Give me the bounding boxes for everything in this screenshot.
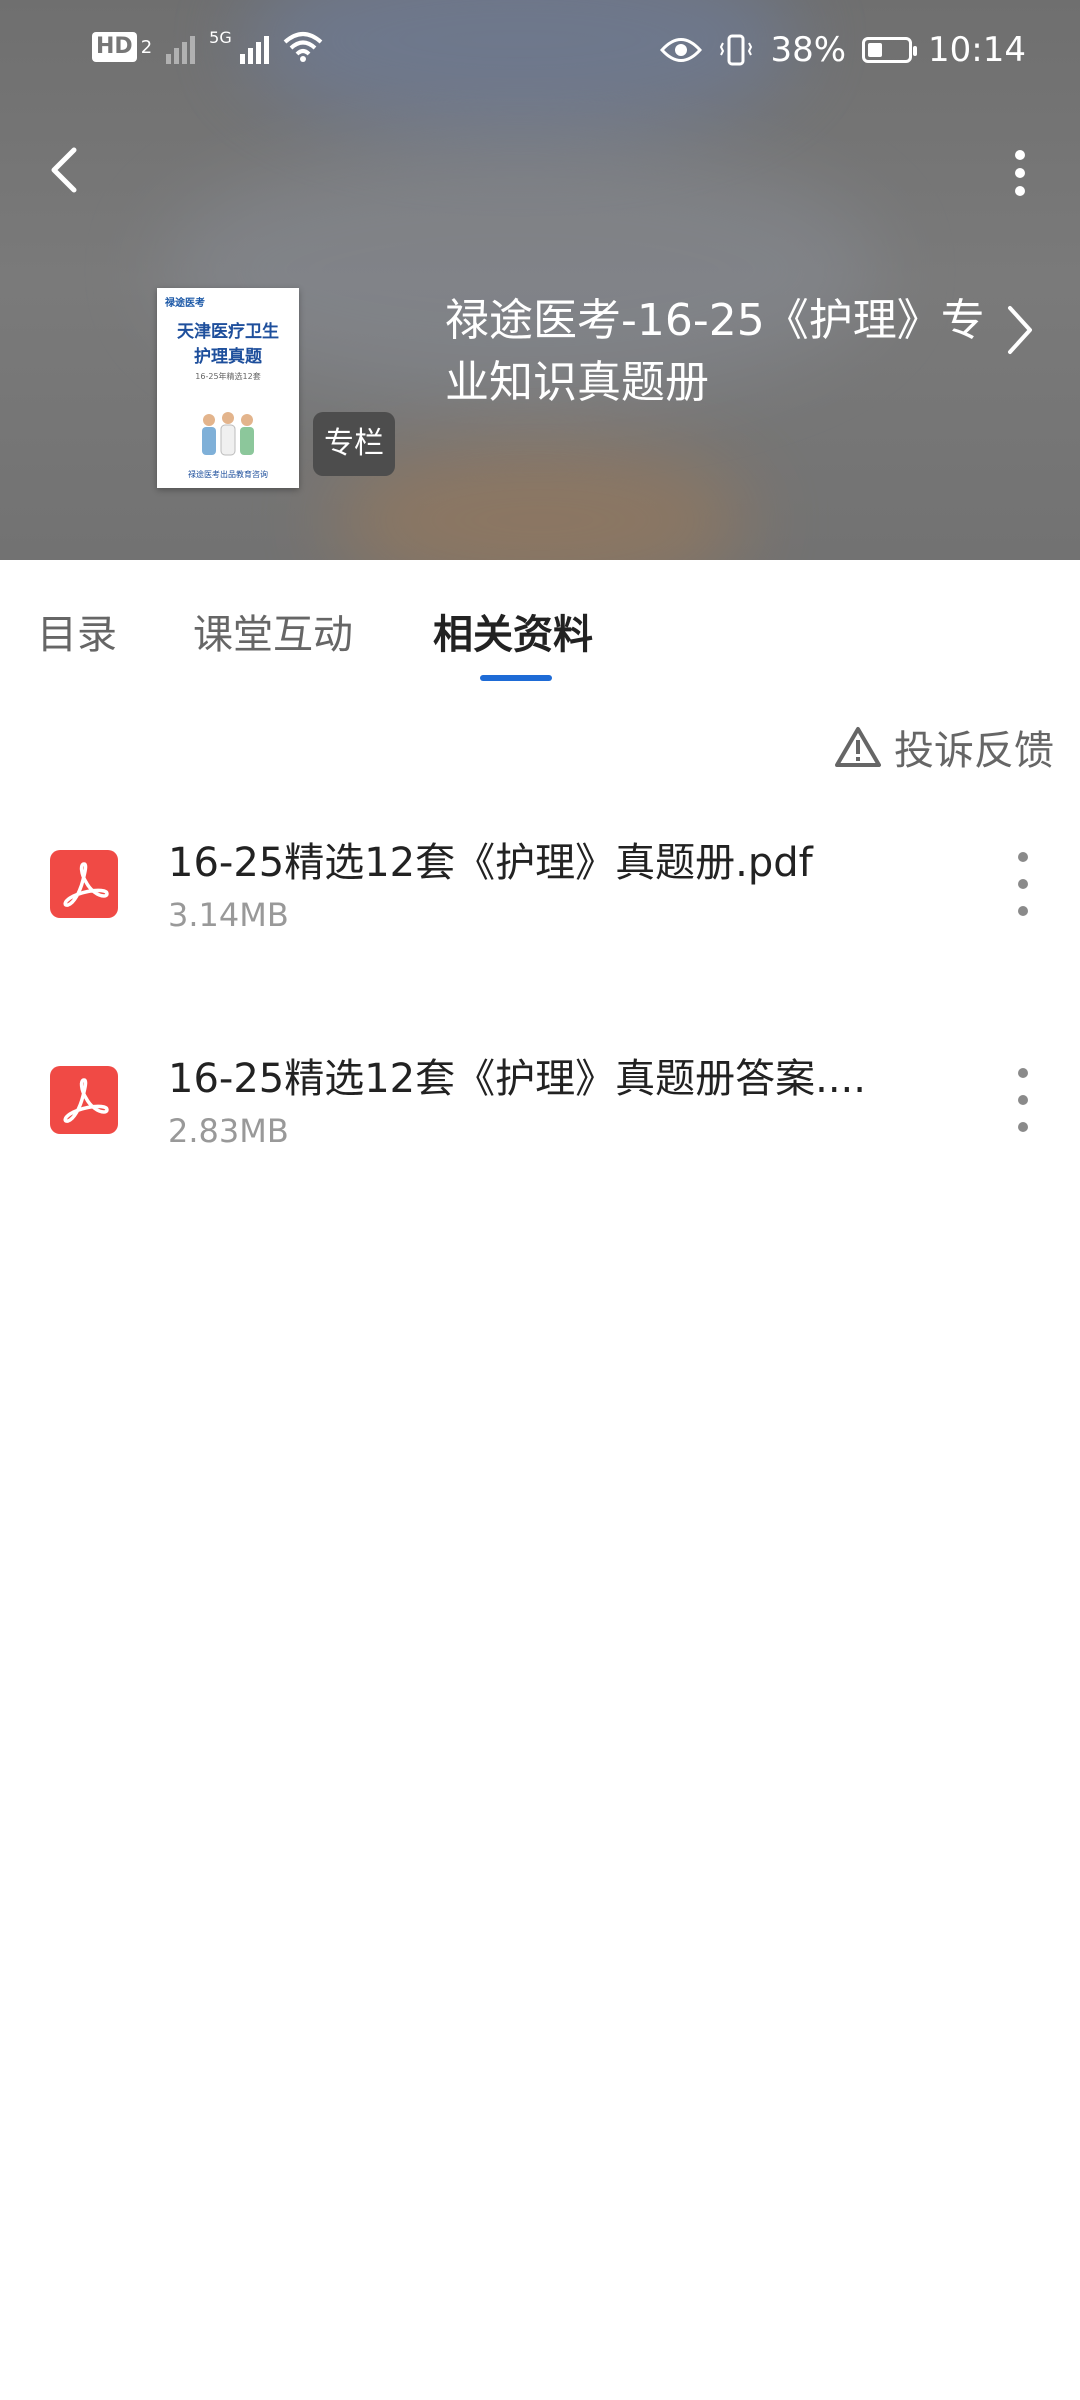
battery-percent: 38% — [770, 30, 847, 70]
course-title[interactable]: 禄途医考-16-25《护理》专业知识真题册 — [445, 290, 985, 414]
back-arrow-icon[interactable] — [36, 140, 96, 200]
file-size: 2.83MB — [168, 1112, 289, 1150]
file-name: 16-25精选12套《护理》真题册.pdf — [168, 840, 813, 886]
course-cover-image[interactable]: 禄途医考 天津医疗卫生 护理真题 16-25年精选12套 禄途医考出品教育咨询 — [157, 288, 299, 488]
complaint-label: 投诉反馈 — [894, 728, 1054, 774]
vibrate-icon — [720, 34, 753, 66]
signal-icon — [239, 30, 269, 64]
more-options-icon[interactable] — [990, 145, 1050, 205]
wifi-icon — [283, 32, 323, 62]
file-name: 16-25精选12套《护理》真题册答案.... — [168, 1056, 866, 1102]
tab-catalog[interactable]: 目录 — [37, 602, 117, 660]
cover-title-line1: 天津医疗卫生 — [177, 322, 279, 342]
file-item[interactable]: 16-25精选12套《护理》真题册答案.... 2.83MB — [0, 1026, 1080, 1166]
tab-classroom-interaction[interactable]: 课堂互动 — [193, 602, 353, 660]
file-more-icon[interactable] — [994, 1064, 1050, 1136]
hd-icon: HD — [92, 32, 137, 62]
battery-icon — [862, 37, 918, 63]
pdf-icon — [50, 1066, 118, 1134]
hd-sub-label: 2 — [140, 36, 153, 58]
tab-bar: 目录 课堂互动 相关资料 — [0, 560, 1080, 681]
network-type-label: 5G — [209, 28, 232, 47]
warning-icon — [835, 727, 881, 767]
column-badge: 专栏 — [313, 412, 395, 476]
cover-title-line2: 护理真题 — [194, 347, 262, 367]
cover-footer: 禄途医考出品教育咨询 — [188, 470, 268, 479]
clock: 10:14 — [928, 30, 1026, 70]
tab-related-materials[interactable]: 相关资料 — [433, 602, 593, 660]
signal-icon — [166, 30, 196, 64]
cover-illustration — [202, 412, 254, 456]
chevron-right-icon[interactable] — [1000, 300, 1040, 360]
course-header: HD 2 5G 38% 10:14 禄途医考 天津医疗卫生 护理真题 16-25… — [0, 0, 1080, 560]
status-bar: HD 2 5G 38% 10:14 — [0, 0, 1080, 110]
file-size: 3.14MB — [168, 896, 289, 934]
pdf-icon — [50, 850, 118, 918]
file-item[interactable]: 16-25精选12套《护理》真题册.pdf 3.14MB — [0, 810, 1080, 950]
eye-icon — [660, 38, 703, 62]
cover-logo: 禄途医考 — [165, 298, 205, 309]
active-tab-indicator — [480, 675, 552, 681]
cover-subtitle: 16-25年精选12套 — [195, 372, 261, 381]
complaint-button[interactable]: 投诉反馈 — [834, 718, 1054, 776]
file-more-icon[interactable] — [994, 848, 1050, 920]
